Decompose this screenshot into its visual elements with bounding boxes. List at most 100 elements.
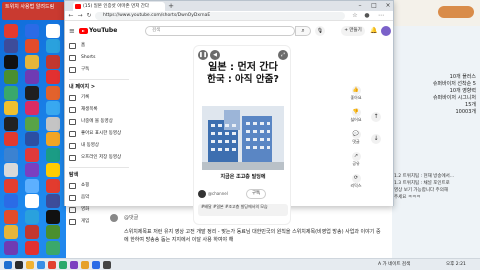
desktop-app-icon[interactable]	[46, 194, 60, 208]
pause-icon[interactable]: ❚❚	[198, 50, 208, 60]
sidebar-item[interactable]: 내 동영상	[69, 142, 131, 150]
desktop-app-icon[interactable]	[4, 225, 18, 239]
menu-dots-icon[interactable]: ⋯	[377, 12, 385, 20]
desktop-app-icon[interactable]	[4, 39, 18, 53]
taskbar-app-icon[interactable]	[15, 261, 23, 269]
desktop-app-icon[interactable]	[4, 70, 18, 84]
sidebar-item[interactable]: 영화	[69, 206, 131, 214]
youtube-logo[interactable]: YouTube	[79, 27, 117, 35]
url-field[interactable]: https://www.youtube.com/shorts/DwnOyDxrn…	[95, 12, 345, 20]
desktop-app-icon[interactable]	[25, 209, 39, 224]
desktop-app-icon[interactable]	[4, 116, 18, 131]
desktop-app-icon[interactable]	[46, 178, 60, 193]
sidebar-heading[interactable]: 내 페이지 >	[69, 83, 95, 90]
desktop-app-icon[interactable]	[25, 116, 39, 131]
taskbar-app-icon[interactable]	[92, 261, 100, 269]
new-tab-button[interactable]: +	[167, 2, 175, 10]
desktop-app-icon[interactable]	[46, 101, 60, 115]
search-input[interactable]: 검색	[145, 26, 295, 36]
next-short-icon[interactable]: ↓	[371, 134, 381, 144]
desktop-app-icon[interactable]	[25, 240, 39, 255]
desktop-app-icon[interactable]	[25, 163, 39, 177]
microphone-icon[interactable]: 🎙	[315, 26, 325, 36]
forward-icon[interactable]: →	[76, 12, 84, 20]
taskbar-app-icon[interactable]	[26, 261, 34, 269]
desktop-app-icon[interactable]	[25, 178, 39, 193]
desktop-app-icon[interactable]	[46, 132, 60, 146]
desktop-app-icon[interactable]	[46, 225, 60, 239]
reload-icon[interactable]: ↻	[85, 12, 93, 20]
desktop-app-icon[interactable]	[4, 147, 18, 162]
search-button[interactable]: ⌕	[295, 26, 311, 36]
create-button[interactable]: + 만들기	[341, 26, 365, 36]
minimize-button[interactable]: –	[353, 1, 367, 11]
desktop-app-icon[interactable]	[4, 194, 18, 208]
desktop-app-icon[interactable]	[25, 23, 39, 38]
desktop-app-icon[interactable]	[25, 85, 39, 100]
short-title[interactable]: #배달 #일본 #조고층 빌딩에서의 모습	[198, 204, 288, 216]
back-icon[interactable]: ←	[67, 12, 75, 20]
shorts-player[interactable]: ❚❚ ◀ ⤢ 일본 : 먼저 간다 한국 : 아직 안줌? 지금은 조고층 빌딩…	[193, 45, 291, 225]
desktop-app-icon[interactable]	[46, 116, 60, 131]
desktop-app-icon[interactable]	[4, 54, 18, 69]
sidebar-item[interactable]: 기록	[69, 94, 131, 102]
desktop-app-icon[interactable]	[46, 240, 60, 255]
desktop-app-icon[interactable]	[4, 101, 18, 115]
fullscreen-icon[interactable]: ⤢	[278, 50, 288, 60]
tab-youtube[interactable]: (15) 일본 인증샷 아마존 먼저 간다	[73, 2, 165, 11]
desktop-app-icon[interactable]	[46, 39, 60, 53]
desktop-app-icon[interactable]	[46, 163, 60, 177]
previous-short-icon[interactable]: ↑	[371, 112, 381, 122]
desktop-app-icon[interactable]	[4, 209, 18, 224]
desktop-app-icon[interactable]	[4, 240, 18, 255]
profile-icon[interactable]: ●	[363, 12, 371, 20]
close-button[interactable]: ×	[381, 1, 395, 11]
volume-icon[interactable]: ◀	[210, 50, 220, 60]
taskbar-app-icon[interactable]	[37, 261, 45, 269]
desktop-app-icon[interactable]	[46, 147, 60, 162]
star-icon[interactable]: ☆	[351, 12, 359, 20]
sidebar-heading[interactable]: 탐색	[69, 171, 78, 178]
desktop-app-icon[interactable]	[25, 101, 39, 115]
sidebar-item[interactable]: 재생목록	[69, 106, 131, 114]
desktop-app-icon[interactable]	[4, 85, 18, 100]
taskbar-app-icon[interactable]	[59, 261, 67, 269]
clock[interactable]: 오후 2:21	[446, 261, 466, 269]
subscribe-button[interactable]: 구독	[246, 189, 266, 199]
desktop-app-icon[interactable]	[25, 70, 39, 84]
taskbar-app-icon[interactable]	[81, 261, 89, 269]
sidebar-item[interactable]: 쇼핑	[69, 182, 131, 190]
hamburger-menu-icon[interactable]: ≡	[69, 27, 77, 35]
desktop-app-icon[interactable]	[25, 39, 39, 53]
sidebar-item[interactable]: 홈	[69, 42, 131, 50]
rail-action[interactable]: ⟳ 리믹스	[349, 174, 363, 189]
desktop-app-icon[interactable]	[4, 178, 18, 193]
rail-action[interactable]: 👎 싫어요	[349, 108, 363, 123]
desktop-app-icon[interactable]	[46, 23, 60, 38]
desktop-app-icon[interactable]	[25, 132, 39, 146]
sidebar-item[interactable]: 게임	[69, 218, 131, 226]
desktop-app-icon[interactable]	[46, 54, 60, 69]
rail-action[interactable]: 💬 댓글	[349, 130, 363, 145]
desktop-app-icon[interactable]	[46, 85, 60, 100]
channel-avatar[interactable]	[198, 190, 206, 198]
account-avatar[interactable]	[381, 26, 391, 36]
desktop-notice-tile[interactable]: 트위치 사용법 알려드림	[2, 2, 66, 20]
sidebar-item[interactable]: Shorts	[69, 54, 131, 62]
desktop-app-icon[interactable]	[4, 163, 18, 177]
desktop-app-icon[interactable]	[25, 225, 39, 239]
tray-text[interactable]: A 가 네이트 검색	[378, 261, 410, 269]
taskbar-app-icon[interactable]	[4, 261, 12, 269]
channel-name[interactable]: @channel	[208, 191, 228, 196]
sidebar-item[interactable]: 오프라인 저장 동영상	[69, 154, 131, 162]
rail-action[interactable]: 👍 좋아요	[349, 86, 363, 101]
desktop-app-icon[interactable]	[25, 194, 39, 208]
taskbar-app-icon[interactable]	[70, 261, 78, 269]
sidebar-item[interactable]: 구독	[69, 66, 131, 74]
notifications-bell-icon[interactable]: 🔔	[369, 26, 379, 36]
desktop-app-icon[interactable]	[4, 23, 18, 38]
sidebar-item[interactable]: 음악	[69, 194, 131, 202]
desktop-app-icon[interactable]	[46, 209, 60, 224]
desktop-app-icon[interactable]	[4, 132, 18, 146]
taskbar-app-icon[interactable]	[48, 261, 56, 269]
